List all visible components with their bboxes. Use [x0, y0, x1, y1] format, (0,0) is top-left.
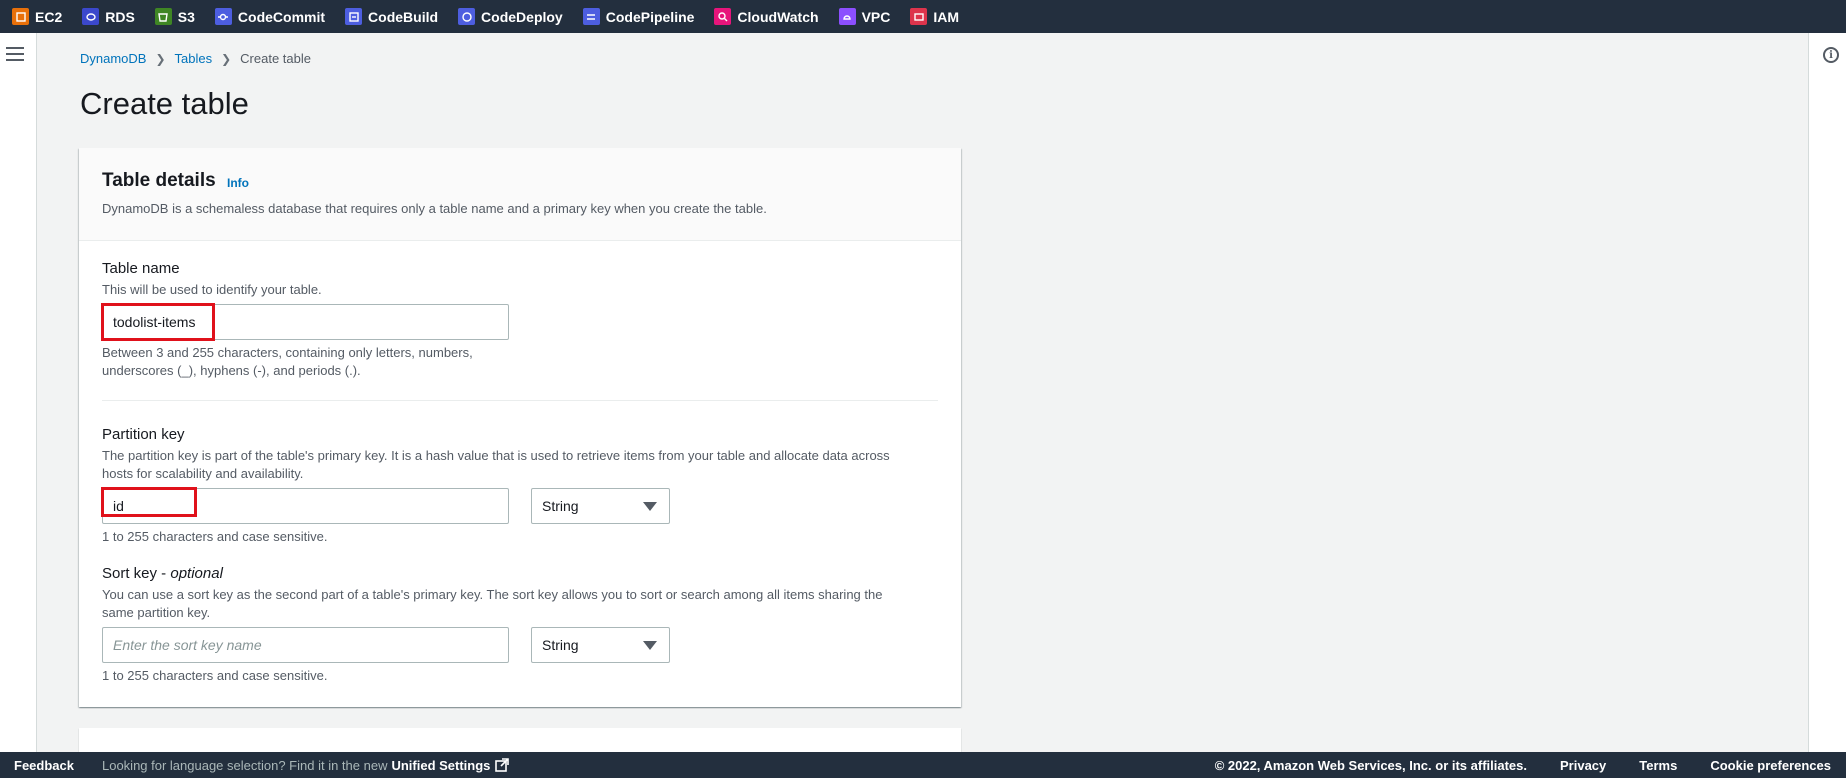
- service-cloudwatch-label: CloudWatch: [737, 8, 819, 25]
- info-panel-icon[interactable]: i: [1823, 47, 1839, 63]
- iam-icon: [910, 8, 928, 25]
- service-rds[interactable]: RDS: [82, 8, 135, 25]
- footer-right: © 2022, Amazon Web Services, Inc. or its…: [1215, 758, 1846, 773]
- service-codebuild[interactable]: CodeBuild: [345, 8, 438, 25]
- service-rds-label: RDS: [105, 8, 135, 25]
- breadcrumb-tables[interactable]: Tables: [175, 51, 213, 66]
- panel-description: DynamoDB is a schemaless database that r…: [102, 201, 767, 216]
- service-s3[interactable]: S3: [154, 8, 195, 25]
- sort-key-label: Sort key - optional: [102, 565, 223, 582]
- info-link[interactable]: Info: [227, 176, 249, 190]
- table-name-label: Table name: [102, 260, 180, 277]
- caret-down-icon: [643, 502, 657, 511]
- cookie-preferences-link[interactable]: Cookie preferences: [1710, 758, 1831, 773]
- table-name-description: This will be used to identify your table…: [102, 282, 322, 297]
- unified-settings-label: Unified Settings: [391, 757, 491, 773]
- service-codebuild-label: CodeBuild: [368, 8, 439, 25]
- tools-rail: i: [1808, 33, 1846, 752]
- service-vpc[interactable]: VPC: [838, 8, 891, 25]
- service-s3-label: S3: [177, 8, 195, 25]
- service-codepipeline-label: CodePipeline: [605, 8, 695, 25]
- section-divider: [102, 400, 938, 401]
- breadcrumb-current: Create table: [240, 51, 311, 66]
- navigation-rail: [0, 33, 37, 752]
- panel-header: Table details Info DynamoDB is a schemal…: [79, 148, 961, 241]
- chevron-right-icon: ❯: [155, 51, 166, 66]
- partition-key-description-2: hosts for scalability and availability.: [102, 466, 304, 481]
- partition-key-value: id: [113, 498, 124, 514]
- sort-key-type-value: String: [542, 637, 579, 653]
- terms-link[interactable]: Terms: [1639, 758, 1677, 773]
- partition-key-type-select[interactable]: String: [531, 488, 670, 524]
- table-name-value: todolist-items: [113, 314, 196, 330]
- partition-key-input[interactable]: id: [102, 488, 509, 524]
- service-codedeploy[interactable]: CodeDeploy: [458, 8, 563, 25]
- language-prompt: Looking for language selection? Find it …: [101, 757, 388, 773]
- rds-icon: [82, 8, 100, 25]
- partition-key-constraint: 1 to 255 characters and case sensitive.: [102, 529, 328, 544]
- sort-key-constraint: 1 to 255 characters and case sensitive.: [102, 668, 328, 683]
- service-cloudwatch[interactable]: CloudWatch: [714, 8, 819, 25]
- partition-key-type-value: String: [542, 498, 579, 514]
- sort-key-input[interactable]: Enter the sort key name: [102, 627, 509, 663]
- codecommit-icon: [214, 8, 232, 25]
- table-name-input[interactable]: todolist-items: [102, 304, 509, 340]
- breadcrumb: DynamoDB ❯ Tables ❯ Create table: [80, 51, 311, 66]
- service-ec2-label: EC2: [35, 8, 63, 25]
- service-codedeploy-label: CodeDeploy: [481, 8, 563, 25]
- partition-key-label: Partition key: [102, 426, 185, 443]
- service-codepipeline[interactable]: CodePipeline: [582, 8, 695, 25]
- service-iam-label: IAM: [933, 8, 960, 25]
- copyright: © 2022, Amazon Web Services, Inc. or its…: [1214, 757, 1527, 773]
- external-link-icon: [495, 758, 510, 772]
- sort-key-optional: optional: [170, 565, 223, 582]
- service-codecommit-label: CodeCommit: [237, 8, 326, 25]
- codebuild-icon: [345, 8, 363, 25]
- privacy-link[interactable]: Privacy: [1560, 758, 1606, 773]
- feedback-link[interactable]: Feedback: [14, 758, 74, 773]
- sort-key-placeholder: Enter the sort key name: [113, 637, 262, 653]
- ec2-icon: [12, 8, 29, 25]
- breadcrumb-dynamodb[interactable]: DynamoDB: [80, 51, 146, 66]
- table-details-panel: Table details Info DynamoDB is a schemal…: [79, 148, 961, 707]
- hamburger-menu-icon[interactable]: [6, 47, 24, 63]
- codepipeline-icon: [582, 8, 600, 25]
- service-vpc-label: VPC: [861, 8, 891, 25]
- service-favorites-bar: EC2 RDS S3 CodeCommit CodeBuild CodeDepl…: [0, 0, 1846, 33]
- vpc-icon: [838, 8, 856, 25]
- footer: Feedback Looking for language selection?…: [0, 752, 1846, 778]
- s3-icon: [154, 8, 172, 25]
- service-ec2[interactable]: EC2: [12, 8, 62, 25]
- panel-title: Table details: [102, 170, 216, 191]
- codedeploy-icon: [458, 8, 476, 25]
- sort-key-description-1: You can use a sort key as the second par…: [102, 587, 883, 602]
- sort-key-type-select[interactable]: String: [531, 627, 670, 663]
- sort-key-description-2: same partition key.: [102, 605, 211, 620]
- page-title: Create table: [80, 86, 249, 121]
- service-codecommit[interactable]: CodeCommit: [214, 8, 326, 25]
- table-name-constraint-2: underscores (_), hyphens (-), and period…: [102, 363, 361, 378]
- unified-settings-link[interactable]: Unified Settings: [391, 757, 510, 773]
- table-name-constraint-1: Between 3 and 255 characters, containing…: [102, 345, 473, 360]
- chevron-right-icon: ❯: [221, 51, 232, 66]
- caret-down-icon: [643, 641, 657, 650]
- cloudwatch-icon: [714, 8, 732, 25]
- sort-key-label-text: Sort key -: [102, 565, 171, 582]
- partition-key-description-1: The partition key is part of the table's…: [102, 448, 890, 463]
- service-iam[interactable]: IAM: [910, 8, 959, 25]
